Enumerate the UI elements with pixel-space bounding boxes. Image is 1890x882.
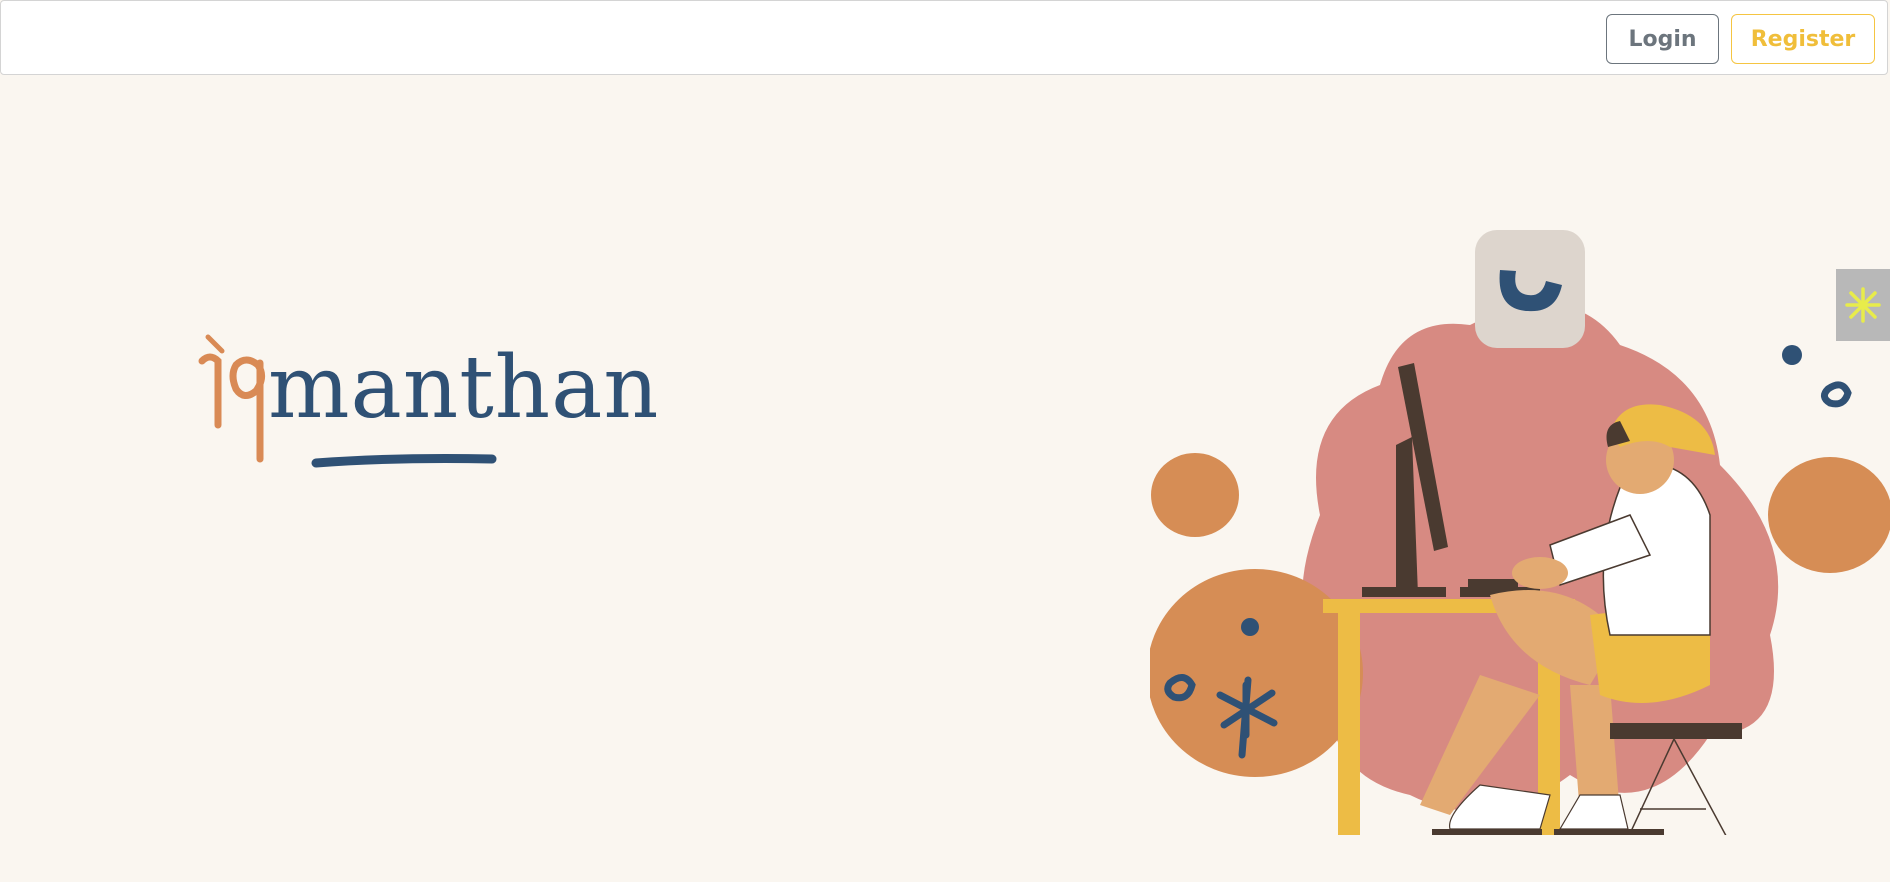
login-button[interactable]: Login: [1606, 14, 1719, 64]
hero-section: iq manthan: [0, 75, 1890, 882]
asterisk-icon: [1845, 287, 1881, 323]
side-widget-button[interactable]: [1836, 269, 1890, 341]
top-navbar: Login Register: [0, 0, 1888, 75]
logo-word-text: manthan: [268, 338, 656, 438]
register-button[interactable]: Register: [1731, 14, 1875, 64]
person-at-computer-illustration: [1150, 230, 1890, 835]
iqmanthan-logo: iq manthan: [198, 334, 656, 468]
